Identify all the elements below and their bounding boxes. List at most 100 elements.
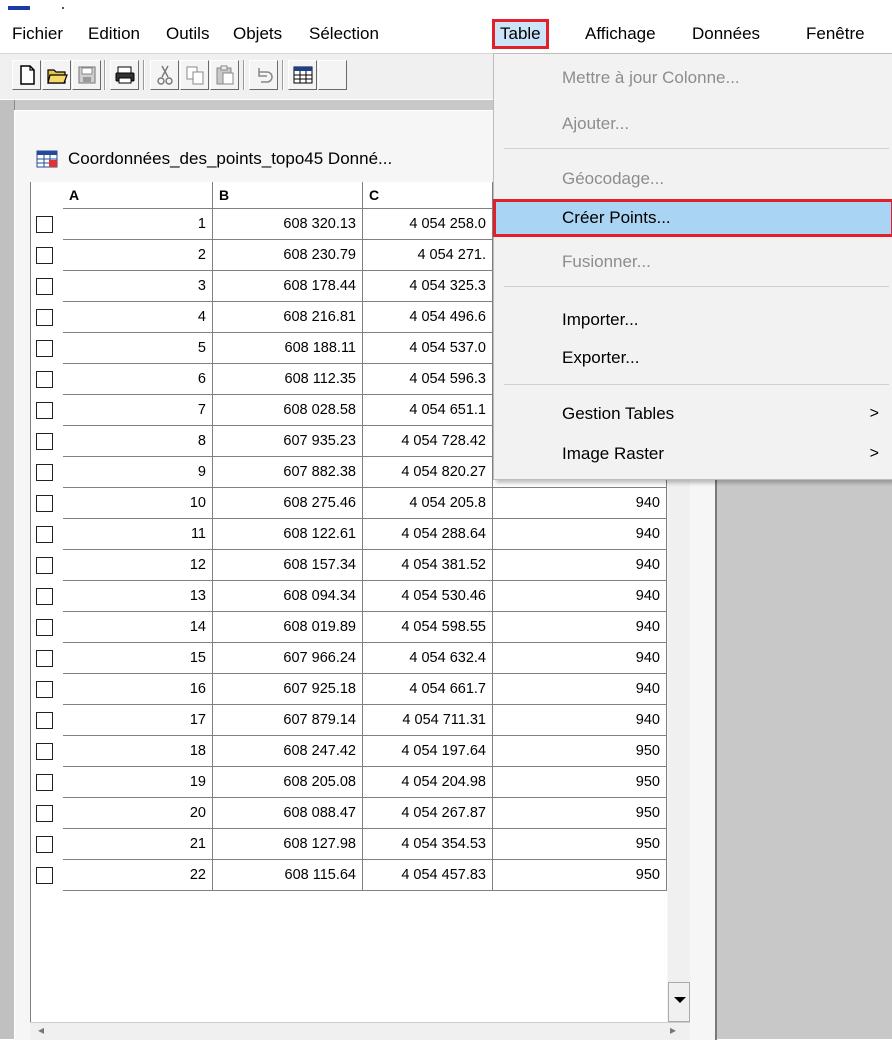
table-cell-d[interactable]: 940 bbox=[493, 612, 667, 643]
menu-donnees[interactable]: Données bbox=[690, 21, 762, 47]
table-cell-c[interactable]: 4 054 325.3 bbox=[363, 271, 493, 302]
new-document-button[interactable] bbox=[12, 60, 41, 90]
table-cell-b[interactable]: 608 127.98 bbox=[213, 829, 363, 860]
table-cell-b[interactable]: 608 122.61 bbox=[213, 519, 363, 550]
cut-button[interactable] bbox=[150, 60, 179, 90]
table-cell-c[interactable]: 4 054 381.52 bbox=[363, 550, 493, 581]
table-row[interactable]: 16 607 925.18 4 054 661.7 940 bbox=[31, 674, 667, 705]
table-cell-c[interactable]: 4 054 530.46 bbox=[363, 581, 493, 612]
table-cell-a[interactable]: 12 bbox=[63, 550, 213, 581]
table-cell-b[interactable]: 607 935.23 bbox=[213, 426, 363, 457]
table-cell-c[interactable]: 4 054 288.64 bbox=[363, 519, 493, 550]
menu-item-append[interactable]: Ajouter... bbox=[494, 106, 892, 142]
table-cell-b[interactable]: 608 188.11 bbox=[213, 333, 363, 364]
row-select-checkbox[interactable] bbox=[36, 557, 53, 574]
table-row[interactable]: 11 608 122.61 4 054 288.64 940 bbox=[31, 519, 667, 550]
table-cell-c[interactable]: 4 054 197.64 bbox=[363, 736, 493, 767]
row-select-checkbox[interactable] bbox=[36, 650, 53, 667]
table-cell-a[interactable]: 2 bbox=[63, 240, 213, 271]
table-cell-c[interactable]: 4 054 651.1 bbox=[363, 395, 493, 426]
table-cell-c[interactable]: 4 054 204.98 bbox=[363, 767, 493, 798]
table-cell-c[interactable]: 4 054 820.27 bbox=[363, 457, 493, 488]
row-select-checkbox[interactable] bbox=[36, 743, 53, 760]
menu-item-import[interactable]: Importer... bbox=[494, 302, 892, 338]
scroll-right-icon[interactable]: ▸ bbox=[670, 1023, 676, 1037]
toolbar-button-partial[interactable] bbox=[318, 60, 347, 90]
row-select-checkbox[interactable] bbox=[36, 712, 53, 729]
row-select-checkbox[interactable] bbox=[36, 619, 53, 636]
table-cell-a[interactable]: 5 bbox=[63, 333, 213, 364]
row-select-checkbox[interactable] bbox=[36, 433, 53, 450]
row-select-checkbox[interactable] bbox=[36, 278, 53, 295]
table-row[interactable]: 10 608 275.46 4 054 205.8 940 bbox=[31, 488, 667, 519]
table-cell-a[interactable]: 20 bbox=[63, 798, 213, 829]
table-row[interactable]: 13 608 094.34 4 054 530.46 940 bbox=[31, 581, 667, 612]
menu-item-geocode[interactable]: Géocodage... bbox=[494, 161, 892, 197]
table-cell-b[interactable]: 608 230.79 bbox=[213, 240, 363, 271]
column-header-c[interactable]: C bbox=[363, 182, 493, 209]
table-row[interactable]: 14 608 019.89 4 054 598.55 940 bbox=[31, 612, 667, 643]
row-select-checkbox[interactable] bbox=[36, 371, 53, 388]
menu-item-combine[interactable]: Fusionner... bbox=[494, 244, 892, 280]
table-cell-a[interactable]: 4 bbox=[63, 302, 213, 333]
menu-selection[interactable]: Sélection bbox=[307, 21, 381, 47]
table-row[interactable]: 19 608 205.08 4 054 204.98 950 bbox=[31, 767, 667, 798]
table-cell-b[interactable]: 608 088.47 bbox=[213, 798, 363, 829]
browser-button[interactable] bbox=[288, 60, 317, 90]
copy-button[interactable] bbox=[180, 60, 209, 90]
table-cell-d[interactable]: 950 bbox=[493, 767, 667, 798]
table-row[interactable]: 20 608 088.47 4 054 267.87 950 bbox=[31, 798, 667, 829]
table-cell-d[interactable]: 950 bbox=[493, 829, 667, 860]
save-button[interactable] bbox=[72, 60, 101, 90]
table-cell-b[interactable]: 608 028.58 bbox=[213, 395, 363, 426]
table-cell-a[interactable]: 7 bbox=[63, 395, 213, 426]
table-row[interactable]: 17 607 879.14 4 054 711.31 940 bbox=[31, 705, 667, 736]
row-select-checkbox[interactable] bbox=[36, 867, 53, 884]
row-select-checkbox[interactable] bbox=[36, 247, 53, 264]
table-cell-b[interactable]: 608 320.13 bbox=[213, 209, 363, 240]
menu-table[interactable]: Table bbox=[492, 19, 549, 49]
table-cell-c[interactable]: 4 054 267.87 bbox=[363, 798, 493, 829]
table-cell-a[interactable]: 13 bbox=[63, 581, 213, 612]
table-cell-a[interactable]: 14 bbox=[63, 612, 213, 643]
table-cell-a[interactable]: 9 bbox=[63, 457, 213, 488]
menu-affichage[interactable]: Affichage bbox=[583, 21, 658, 47]
table-cell-d[interactable]: 940 bbox=[493, 674, 667, 705]
table-row[interactable]: 21 608 127.98 4 054 354.53 950 bbox=[31, 829, 667, 860]
table-row[interactable]: 15 607 966.24 4 054 632.4 940 bbox=[31, 643, 667, 674]
undo-button[interactable] bbox=[249, 60, 278, 90]
table-cell-b[interactable]: 608 115.64 bbox=[213, 860, 363, 891]
column-header-a[interactable]: A bbox=[63, 182, 213, 209]
row-select-checkbox[interactable] bbox=[36, 216, 53, 233]
horizontal-scrollbar[interactable]: ◂ ▸ bbox=[30, 1022, 690, 1040]
table-window-title[interactable]: Coordonnées_des_points_topo45 Donné... bbox=[68, 146, 392, 172]
table-cell-d[interactable]: 940 bbox=[493, 550, 667, 581]
table-cell-c[interactable]: 4 054 661.7 bbox=[363, 674, 493, 705]
table-row[interactable]: 22 608 115.64 4 054 457.83 950 bbox=[31, 860, 667, 891]
table-cell-c[interactable]: 4 054 598.55 bbox=[363, 612, 493, 643]
table-cell-c[interactable]: 4 054 537.0 bbox=[363, 333, 493, 364]
row-select-checkbox[interactable] bbox=[36, 588, 53, 605]
table-cell-b[interactable]: 607 925.18 bbox=[213, 674, 363, 705]
open-button[interactable] bbox=[42, 60, 71, 90]
table-cell-a[interactable]: 15 bbox=[63, 643, 213, 674]
row-select-checkbox[interactable] bbox=[36, 495, 53, 512]
table-cell-a[interactable]: 17 bbox=[63, 705, 213, 736]
row-select-checkbox[interactable] bbox=[36, 836, 53, 853]
row-select-checkbox[interactable] bbox=[36, 805, 53, 822]
table-cell-b[interactable]: 608 094.34 bbox=[213, 581, 363, 612]
row-select-checkbox[interactable] bbox=[36, 309, 53, 326]
table-cell-a[interactable]: 6 bbox=[63, 364, 213, 395]
table-cell-a[interactable]: 11 bbox=[63, 519, 213, 550]
menu-item-create-points[interactable]: Créer Points... bbox=[493, 199, 892, 237]
column-header-b[interactable]: B bbox=[213, 182, 363, 209]
table-cell-d[interactable]: 950 bbox=[493, 860, 667, 891]
table-cell-a[interactable]: 16 bbox=[63, 674, 213, 705]
scroll-left-icon[interactable]: ◂ bbox=[38, 1023, 44, 1037]
menu-item-raster[interactable]: Image Raster > bbox=[494, 436, 892, 472]
table-cell-c[interactable]: 4 054 258.0 bbox=[363, 209, 493, 240]
row-select-checkbox[interactable] bbox=[36, 681, 53, 698]
table-cell-d[interactable]: 940 bbox=[493, 519, 667, 550]
menu-fichier[interactable]: Fichier bbox=[10, 21, 65, 47]
table-cell-b[interactable]: 608 205.08 bbox=[213, 767, 363, 798]
